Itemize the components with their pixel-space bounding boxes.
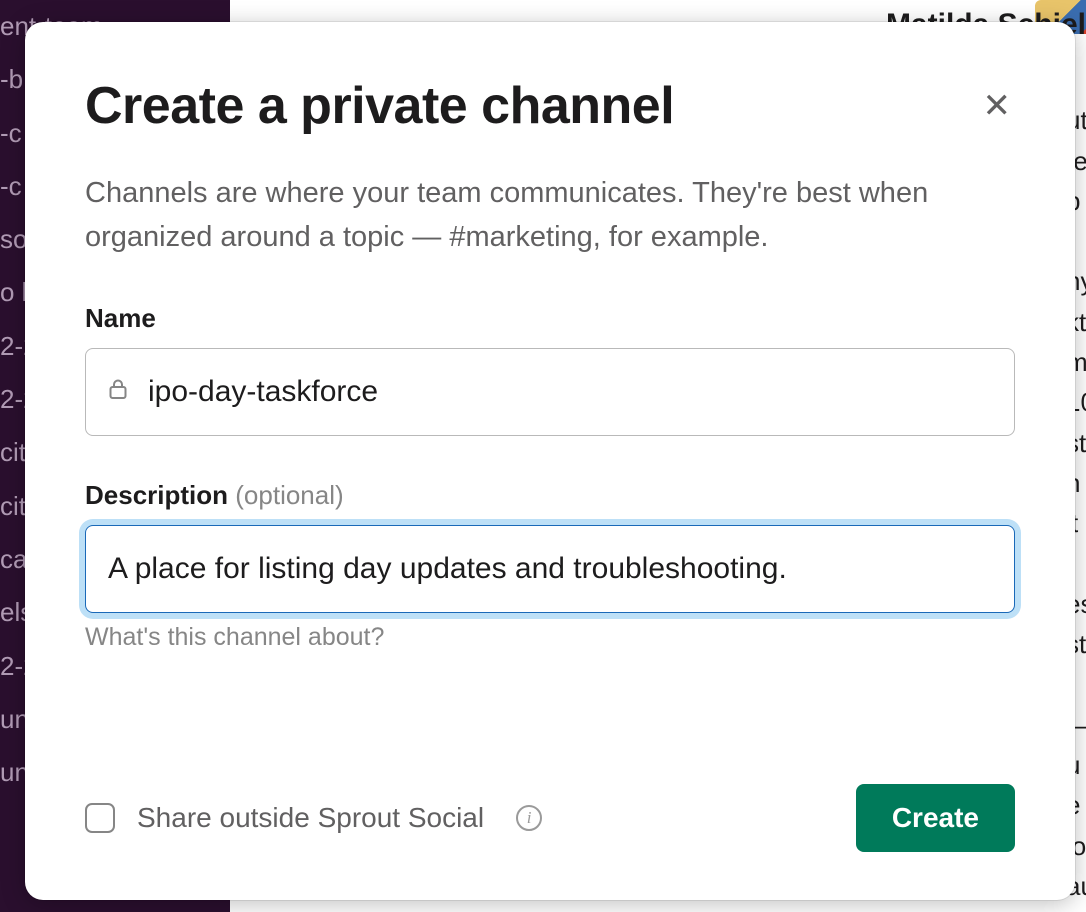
close-button[interactable]: ✕ — [979, 82, 1016, 130]
share-outside-checkbox[interactable] — [85, 803, 115, 833]
modal-subtitle: Channels are where your team communicate… — [85, 172, 1015, 259]
lock-icon — [109, 379, 127, 405]
description-helper: What's this channel about? — [85, 623, 1015, 652]
optional-tag: (optional) — [235, 480, 343, 510]
name-label: Name — [85, 303, 1015, 334]
create-channel-modal: Create a private channel ✕ Channels are … — [25, 22, 1075, 900]
channel-name-input[interactable] — [85, 348, 1015, 436]
info-icon[interactable]: i — [516, 805, 542, 831]
create-button[interactable]: Create — [856, 784, 1015, 852]
modal-title: Create a private channel — [85, 76, 674, 136]
share-outside-label: Share outside Sprout Social — [137, 802, 484, 834]
channel-description-input[interactable] — [85, 525, 1015, 613]
description-label: Description (optional) — [85, 480, 1015, 511]
close-icon: ✕ — [983, 87, 1012, 125]
